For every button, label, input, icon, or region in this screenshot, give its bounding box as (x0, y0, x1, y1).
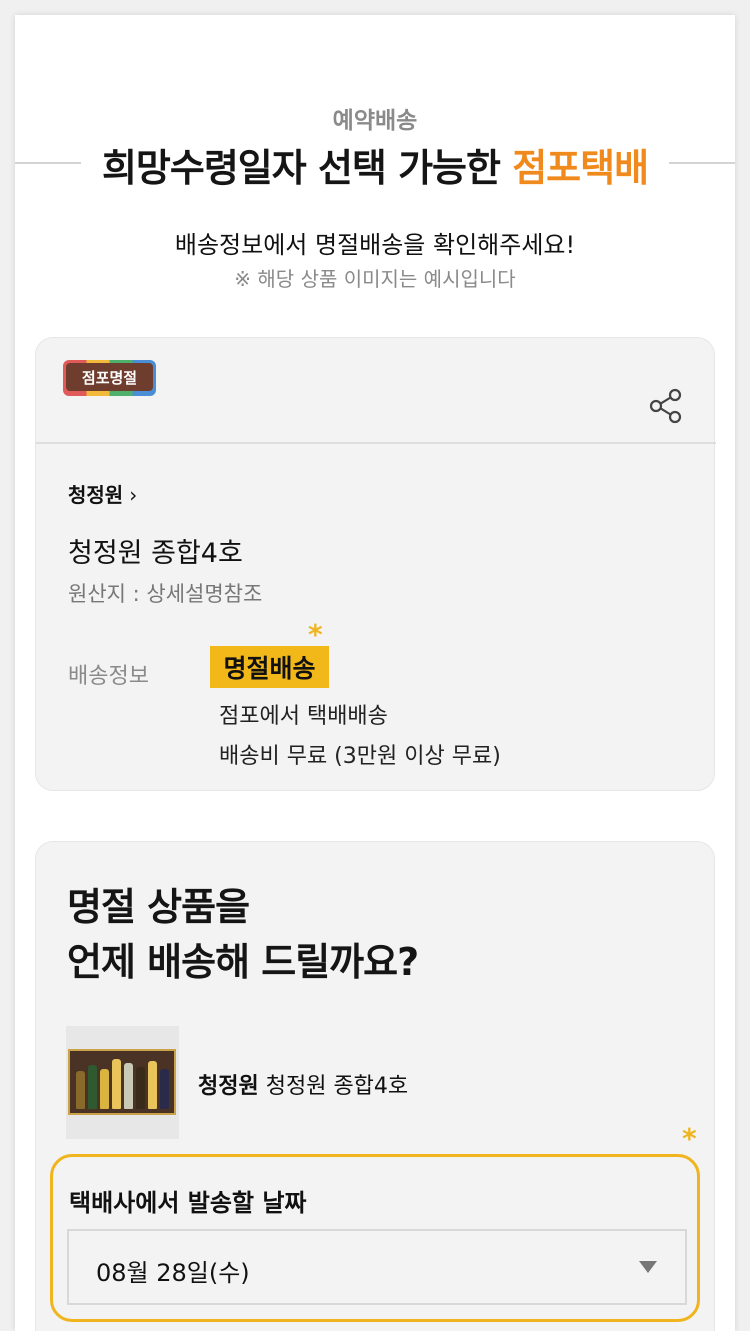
page: 예약배송 희망수령일자 선택 가능한 점포택배 배송정보에서 명절배송을 확인해… (15, 15, 735, 1331)
dropdown-caret-icon (639, 1261, 657, 1273)
holiday-store-tag: 점포명절 (63, 360, 156, 396)
ship-date-section: 택배사에서 발송할 날짜 08월 28일(수) (50, 1154, 700, 1322)
holiday-shipping-badge: 명절배송 (210, 646, 329, 688)
delivery-date-card: 명절 상품을 언제 배송해 드릴까요? 청정원 청정원 종합4호 * 택배사에서… (35, 841, 715, 1331)
share-icon[interactable] (648, 388, 684, 424)
product-origin: 원산지 : 상세설명참조 (68, 582, 263, 606)
title-accent: 점포택배 (512, 146, 649, 190)
chevron-right-icon: › (129, 483, 138, 507)
eyebrow-label: 예약배송 (332, 108, 418, 134)
ship-date-select[interactable]: 08월 28일(수) (67, 1229, 687, 1305)
tag-label: 점포명절 (66, 363, 153, 391)
page-title: 희망수령일자 선택 가능한 점포택배 (15, 137, 735, 192)
gift-set-image (68, 1049, 176, 1115)
shipping-method: 점포에서 택배배송 (219, 704, 388, 729)
subtitle: 배송정보에서 명절배송을 확인해주세요! (174, 231, 576, 259)
shipping-info-label: 배송정보 (68, 664, 149, 689)
highlight-asterisk: * (682, 1122, 697, 1155)
title-main: 희망수령일자 선택 가능한 (101, 146, 513, 190)
selected-product-name: 청정원 종합4호 (258, 1074, 409, 1099)
ship-date-label: 택배사에서 발송할 날짜 (69, 1189, 307, 1217)
brand-link[interactable]: 청정원 › (68, 479, 137, 508)
product-info-card: 점포명절 청정원 › 청정원 종합4호 원산지 : 상세설명참조 * 배송정보 명… (35, 337, 716, 791)
selected-product: 청정원 청정원 종합4호 (198, 1068, 408, 1100)
shipping-fee: 배송비 무료 (3만원 이상 무료) (219, 744, 501, 769)
selected-product-brand: 청정원 (198, 1074, 259, 1099)
delivery-question-line1: 명절 상품을 (67, 885, 250, 929)
delivery-question-line2: 언제 배송해 드릴까요? (67, 940, 419, 984)
brand-name: 청정원 (68, 483, 124, 507)
example-note: ※ 해당 상품 이미지는 예시입니다 (234, 267, 516, 291)
card-divider (36, 442, 716, 444)
product-name: 청정원 종합4호 (68, 538, 243, 569)
ship-date-value: 08월 28일(수) (96, 1259, 250, 1287)
product-thumbnail (66, 1026, 179, 1139)
